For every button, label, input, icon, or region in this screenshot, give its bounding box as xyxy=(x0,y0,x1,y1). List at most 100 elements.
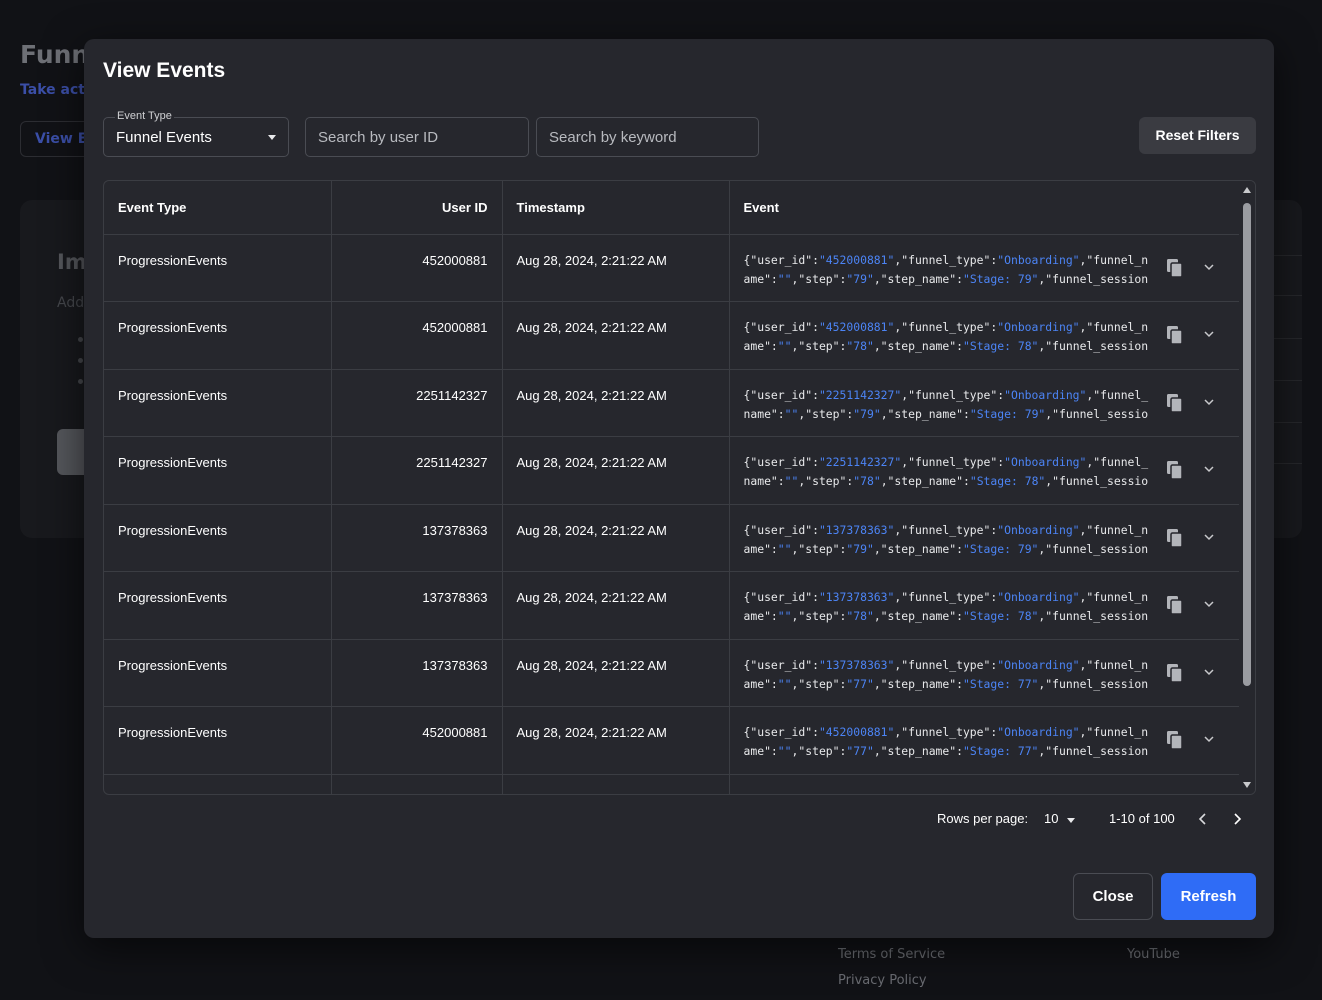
bg-divider xyxy=(1274,380,1302,381)
cell-event-type: ProgressionEvents xyxy=(104,639,332,707)
scroll-up-arrow-icon[interactable] xyxy=(1243,187,1251,193)
chevron-down-icon[interactable] xyxy=(1203,734,1215,744)
cell-timestamp: Aug 28, 2024, 2:21:22 AM xyxy=(502,234,730,302)
event-json: {"user_id":"137378363","funnel_type":"On… xyxy=(743,590,1149,623)
bg-divider xyxy=(1274,422,1302,423)
table-row[interactable]: ProgressionEvents 137378363 Aug 28, 2024, … xyxy=(104,571,1241,640)
cell-timestamp: Aug 28, 2024, 2:21:22 AM xyxy=(502,706,730,775)
event-json: {"user_id":"2251142327","funnel_type":"O… xyxy=(743,387,1149,421)
close-button[interactable]: Close xyxy=(1073,873,1153,920)
table-row[interactable]: ProgressionEvents452000881Aug 28, 2024, … xyxy=(104,774,1241,795)
cell-user-id: 2251142327 xyxy=(331,436,503,505)
scroll-thumb[interactable] xyxy=(1243,203,1251,686)
copy-icon[interactable] xyxy=(1166,663,1184,683)
cell-user-id: 2251142327 xyxy=(331,369,503,437)
cell-event: {"user_id":"137378363","funnel_type":"On… xyxy=(729,504,1241,572)
cell-user-id: 137378363 xyxy=(331,639,503,707)
cell-event-type: ProgressionEvents xyxy=(104,436,332,505)
cell-event-type: ProgressionEvents xyxy=(104,504,332,572)
bg-bullet xyxy=(78,358,83,363)
events-table: Event Type User ID Timestamp Event Progr… xyxy=(104,181,1241,795)
table-row[interactable]: ProgressionEvents 2251142327 Aug 28, 2024,… xyxy=(104,369,1241,437)
table-row[interactable]: ProgressionEvents 137378363 Aug 28, 2024, … xyxy=(104,639,1241,707)
copy-icon[interactable] xyxy=(1166,730,1184,750)
cell-user-id: 452000881 xyxy=(331,706,503,775)
modal-title: View Events xyxy=(103,59,226,82)
scroll-down-arrow-icon[interactable] xyxy=(1243,782,1251,788)
chevron-left-icon[interactable] xyxy=(1193,809,1213,829)
copy-icon[interactable] xyxy=(1166,460,1184,480)
table-row[interactable]: ProgressionEvents 2251142327 Aug 28, 2024,… xyxy=(104,436,1241,505)
cell-timestamp: Aug 28, 2024, 2:21:22 AM xyxy=(502,774,730,794)
cell-event: {"user_id":"137378363","funnel_type":"On… xyxy=(729,571,1241,640)
event-type-label: Event Type xyxy=(115,110,174,122)
copy-icon[interactable] xyxy=(1166,528,1184,548)
cell-event: {"user_id":"2251142327","funnel_type":"O… xyxy=(729,436,1241,505)
chevron-down-icon[interactable] xyxy=(1203,532,1215,542)
bg-divider xyxy=(1274,463,1302,464)
chevron-down-icon[interactable] xyxy=(1203,262,1215,272)
event-json: {"user_id":"137378363","funnel_type":"On… xyxy=(743,522,1149,556)
table-row[interactable]: ProgressionEvents452000881Aug 28, 2024, … xyxy=(104,234,1241,302)
bg-bullet xyxy=(78,379,83,384)
caret-down-icon[interactable] xyxy=(1067,818,1075,823)
event-json: {"user_id":"452000881","funnel_type":"On… xyxy=(744,791,1153,795)
chevron-down-icon[interactable] xyxy=(1203,464,1215,474)
caret-down-icon xyxy=(268,135,276,140)
view-events-modal: View Events Event Type Funnel Events Res… xyxy=(84,39,1274,938)
footer-privacy-link[interactable]: Privacy Policy xyxy=(838,973,927,988)
cell-event: {"user_id":"452000881","funnel_type":"On… xyxy=(729,301,1241,370)
copy-icon[interactable] xyxy=(1166,595,1184,615)
cell-user-id: 452000881 xyxy=(331,301,503,370)
bg-divider xyxy=(1274,295,1302,296)
event-json: {"user_id":"452000881","funnel_type":"On… xyxy=(743,725,1149,758)
event-json: {"user_id":"137378363","funnel_type":"On… xyxy=(743,657,1149,691)
copy-icon[interactable] xyxy=(1166,258,1184,278)
column-header-event-type[interactable]: Event Type xyxy=(104,181,332,235)
copy-icon[interactable] xyxy=(1166,393,1184,413)
user-id-search xyxy=(305,117,529,157)
chevron-down-icon[interactable] xyxy=(1203,599,1215,609)
chevron-down-icon[interactable] xyxy=(1203,397,1215,407)
footer-youtube-link[interactable]: YouTube xyxy=(1127,947,1180,962)
cell-timestamp: Aug 28, 2024, 2:21:22 AM xyxy=(502,369,730,437)
bg-card-subtitle: Add xyxy=(57,295,85,311)
cell-timestamp: Aug 28, 2024, 2:21:22 AM xyxy=(502,436,730,505)
chevron-down-icon[interactable] xyxy=(1203,329,1215,339)
reset-filters-button[interactable]: Reset Filters xyxy=(1139,117,1256,154)
cell-timestamp: Aug 28, 2024, 2:21:22 AM xyxy=(502,571,730,640)
cell-timestamp: Aug 28, 2024, 2:21:22 AM xyxy=(502,504,730,572)
cell-event-type: ProgressionEvents xyxy=(104,571,332,640)
cell-user-id: 452000881 xyxy=(331,234,503,302)
column-header-user-id[interactable]: User ID xyxy=(331,181,503,235)
keyword-search-input[interactable] xyxy=(537,118,758,156)
table-scrollbar[interactable] xyxy=(1239,181,1255,794)
cell-timestamp: Aug 28, 2024, 2:21:22 AM xyxy=(502,301,730,370)
event-json: {"user_id":"2251142327","funnel_type":"O… xyxy=(743,455,1149,488)
table-row[interactable]: ProgressionEvents452000881Aug 28, 2024, … xyxy=(104,301,1241,370)
cell-event-type: ProgressionEvents xyxy=(104,774,332,794)
cell-event: {"user_id":"452000881","funnel_type":"On… xyxy=(729,774,1241,795)
event-type-select[interactable]: Event Type Funnel Events xyxy=(103,110,289,157)
cell-timestamp: Aug 28, 2024, 2:21:22 AM xyxy=(502,639,730,707)
cell-event: {"user_id":"452000881","funnel_type":"On… xyxy=(729,706,1241,775)
chevron-right-icon[interactable] xyxy=(1227,809,1247,829)
cell-user-id: 137378363 xyxy=(331,504,503,572)
footer-terms-link[interactable]: Terms of Service xyxy=(838,947,945,962)
cell-event-type: ProgressionEvents xyxy=(104,234,332,302)
column-header-timestamp[interactable]: Timestamp xyxy=(502,181,730,235)
column-header-event[interactable]: Event xyxy=(729,181,1241,235)
table-row[interactable]: ProgressionEvents452000881Aug 28, 2024, … xyxy=(104,706,1241,775)
bg-divider xyxy=(1274,255,1302,256)
rows-per-page-select[interactable]: 10 xyxy=(1044,811,1084,826)
keyword-search xyxy=(536,117,759,157)
bg-divider xyxy=(1274,338,1302,339)
table-row[interactable]: ProgressionEvents 137378363 Aug 28, 2024, … xyxy=(104,504,1241,572)
chevron-down-icon[interactable] xyxy=(1203,667,1215,677)
cell-event: {"user_id":"2251142327","funnel_type":"O… xyxy=(729,369,1241,437)
copy-icon[interactable] xyxy=(1166,325,1184,345)
cell-user-id: 452000881 xyxy=(331,774,503,794)
pagination-range: 1-10 of 100 xyxy=(1109,811,1175,826)
refresh-button[interactable]: Refresh xyxy=(1161,873,1256,920)
user-id-search-input[interactable] xyxy=(306,118,528,156)
